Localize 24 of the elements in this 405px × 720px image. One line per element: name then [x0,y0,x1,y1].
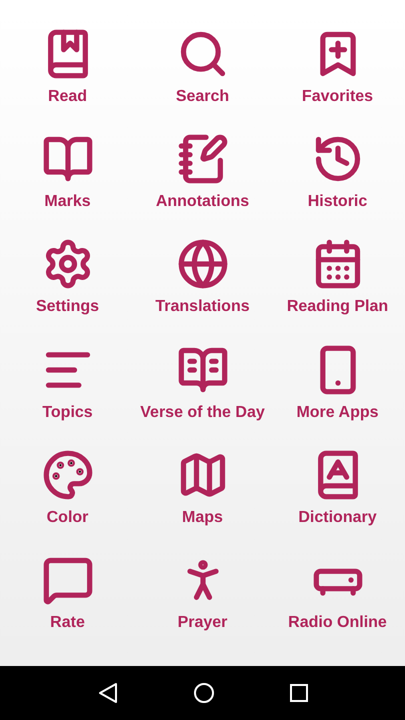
menu-label[interactable]: Color [46,508,88,527]
menu-label[interactable]: Annotations [156,192,250,211]
menu-label[interactable]: Reading Plan [286,298,388,316]
menu-label[interactable]: Topics [42,404,93,422]
globe-icon[interactable] [176,238,228,290]
menu-label[interactable]: Marks [44,192,91,211]
menu-label[interactable]: Dictionary [298,508,377,527]
menu-label[interactable]: Favorites [302,88,374,106]
menu-label[interactable]: Translations [155,298,250,316]
notepad-pencil-icon[interactable] [176,132,228,185]
menu-label[interactable]: Read [48,88,88,106]
menu-label[interactable]: Historic [308,192,368,211]
back-icon[interactable] [98,682,118,704]
menu-label[interactable]: Settings [36,298,100,316]
palette-icon[interactable] [42,448,94,501]
menu-label[interactable]: Verse of the Day [140,404,265,422]
recents-icon[interactable] [290,684,308,702]
menu-label[interactable]: Rate [50,614,85,632]
menu-label[interactable]: More Apps [296,404,379,422]
home-icon[interactable] [192,682,214,704]
menu-label[interactable]: Maps [182,508,223,527]
menu-label[interactable]: Radio Online [288,614,387,632]
menu-label[interactable]: Prayer [178,614,228,632]
menu-label[interactable]: Search [176,88,230,106]
